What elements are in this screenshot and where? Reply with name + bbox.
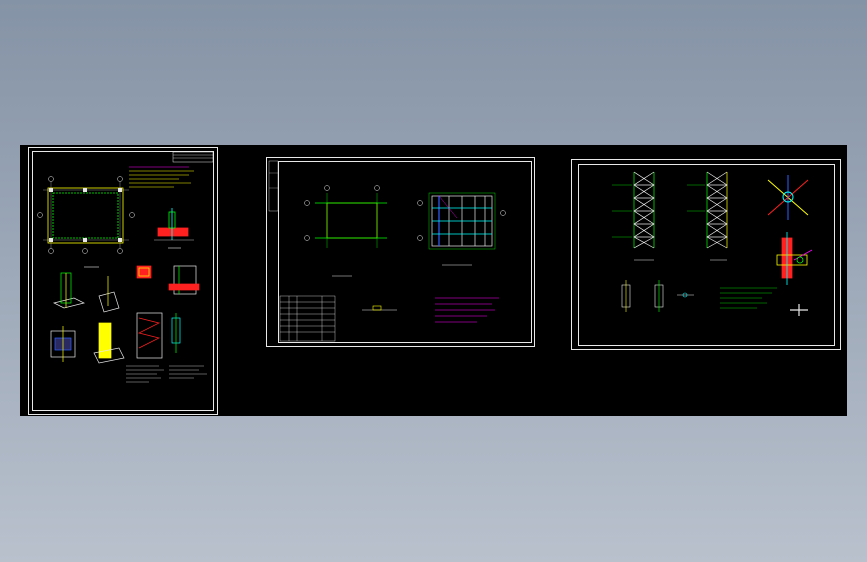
framing-plan-right <box>417 192 506 266</box>
sheet-2-drawing <box>268 160 506 342</box>
drawing-viewport[interactable] <box>20 145 847 416</box>
stiffener-details <box>50 312 181 364</box>
notes-block <box>129 166 194 188</box>
foundation-plan <box>37 176 135 254</box>
sheet-elevation-bracing <box>571 159 841 350</box>
side-title-column <box>268 160 279 212</box>
small-details <box>621 280 694 312</box>
sheet-plan-layout <box>266 157 535 347</box>
anchor-detail-top <box>154 208 194 241</box>
magenta-notes <box>435 297 499 323</box>
title-block <box>172 151 214 163</box>
connection-detail <box>776 232 813 285</box>
sheet-foundation-details <box>28 147 218 415</box>
elevation-notes <box>720 287 777 309</box>
base-plate-3d <box>52 272 120 313</box>
cross-joint-detail <box>767 175 809 220</box>
plate-symbol <box>790 304 808 316</box>
bottom-notes <box>126 365 207 383</box>
bracing-elevation-2 <box>687 171 728 261</box>
material-table <box>279 295 336 342</box>
section-detail <box>362 305 397 311</box>
sheet-1-drawing <box>37 151 214 383</box>
bracing-elevation-1 <box>612 171 655 261</box>
column-plan-left <box>304 185 387 277</box>
sheet-3-drawing <box>612 171 813 316</box>
column-base-detail <box>136 265 200 295</box>
